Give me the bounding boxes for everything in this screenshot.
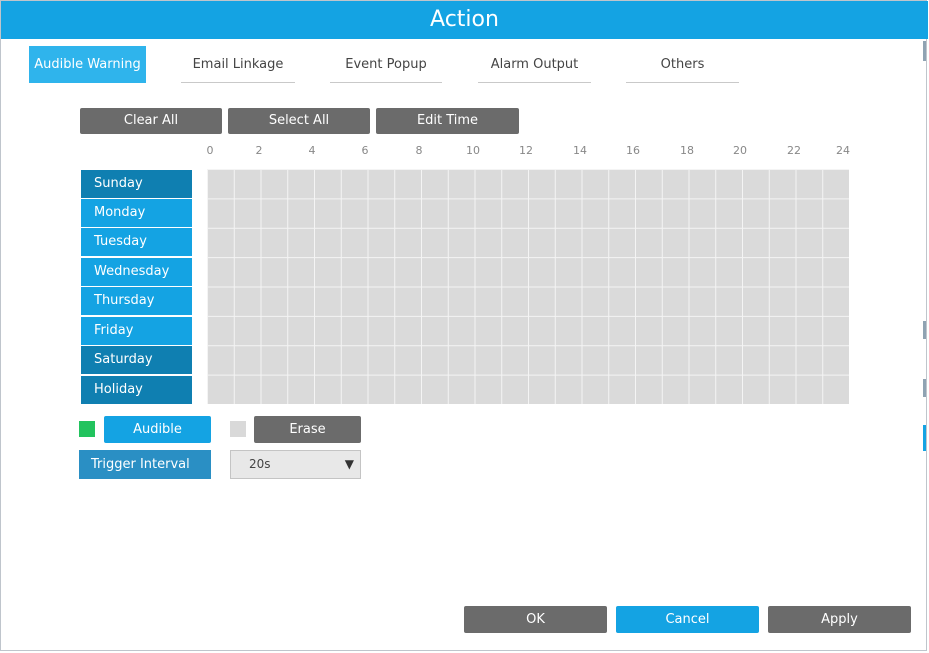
hour-label: 8 (415, 144, 423, 157)
day-label-saturday[interactable]: Saturday (81, 346, 192, 374)
erase-button[interactable]: Erase (254, 416, 361, 443)
tab-others[interactable]: Others (626, 46, 739, 83)
hour-label: 14 (573, 144, 587, 157)
select-all-button[interactable]: Select All (228, 108, 370, 134)
hour-label: 10 (466, 144, 480, 157)
tab-alarm-output[interactable]: Alarm Output (478, 46, 591, 83)
trigger-interval-label: Trigger Interval (79, 450, 211, 479)
audible-color-swatch[interactable] (79, 421, 95, 437)
hour-label: 12 (519, 144, 533, 157)
edit-time-button[interactable]: Edit Time (376, 108, 519, 134)
trigger-interval-value: 20s (249, 457, 271, 471)
ok-button[interactable]: OK (464, 606, 607, 633)
dialog-title: Action (1, 1, 928, 39)
hour-label: 18 (680, 144, 694, 157)
scroll-marker-middle (923, 321, 926, 339)
scroll-marker-active (923, 425, 926, 451)
hour-label: 24 (836, 144, 850, 157)
cancel-button[interactable]: Cancel (616, 606, 759, 633)
hour-label: 22 (787, 144, 801, 157)
day-label-monday[interactable]: Monday (81, 199, 192, 227)
scroll-marker-top (923, 41, 926, 61)
schedule-grid[interactable] (207, 169, 849, 404)
trigger-interval-select[interactable]: 20s ▼ (230, 450, 361, 479)
day-label-sunday[interactable]: Sunday (81, 170, 192, 198)
tab-audible-warning[interactable]: Audible Warning (29, 46, 146, 83)
day-label-wednesday[interactable]: Wednesday (81, 258, 192, 286)
day-label-thursday[interactable]: Thursday (81, 287, 192, 315)
day-label-holiday[interactable]: Holiday (81, 376, 192, 404)
hour-label: 6 (361, 144, 369, 157)
hour-label: 20 (733, 144, 747, 157)
audible-button[interactable]: Audible (104, 416, 211, 443)
chevron-down-icon: ▼ (344, 457, 354, 471)
tab-event-popup[interactable]: Event Popup (330, 46, 442, 83)
hour-label: 0 (206, 144, 214, 157)
clear-all-button[interactable]: Clear All (80, 108, 222, 134)
apply-button[interactable]: Apply (768, 606, 911, 633)
tab-email-linkage[interactable]: Email Linkage (181, 46, 295, 83)
day-label-friday[interactable]: Friday (81, 317, 192, 345)
scroll-marker-lower (923, 379, 926, 397)
erase-color-swatch[interactable] (230, 421, 246, 437)
hour-label: 4 (308, 144, 316, 157)
day-label-tuesday[interactable]: Tuesday (81, 228, 192, 256)
hour-label: 16 (626, 144, 640, 157)
action-dialog: Action Audible Warning Email Linkage Eve… (0, 0, 928, 651)
hour-label: 2 (255, 144, 263, 157)
